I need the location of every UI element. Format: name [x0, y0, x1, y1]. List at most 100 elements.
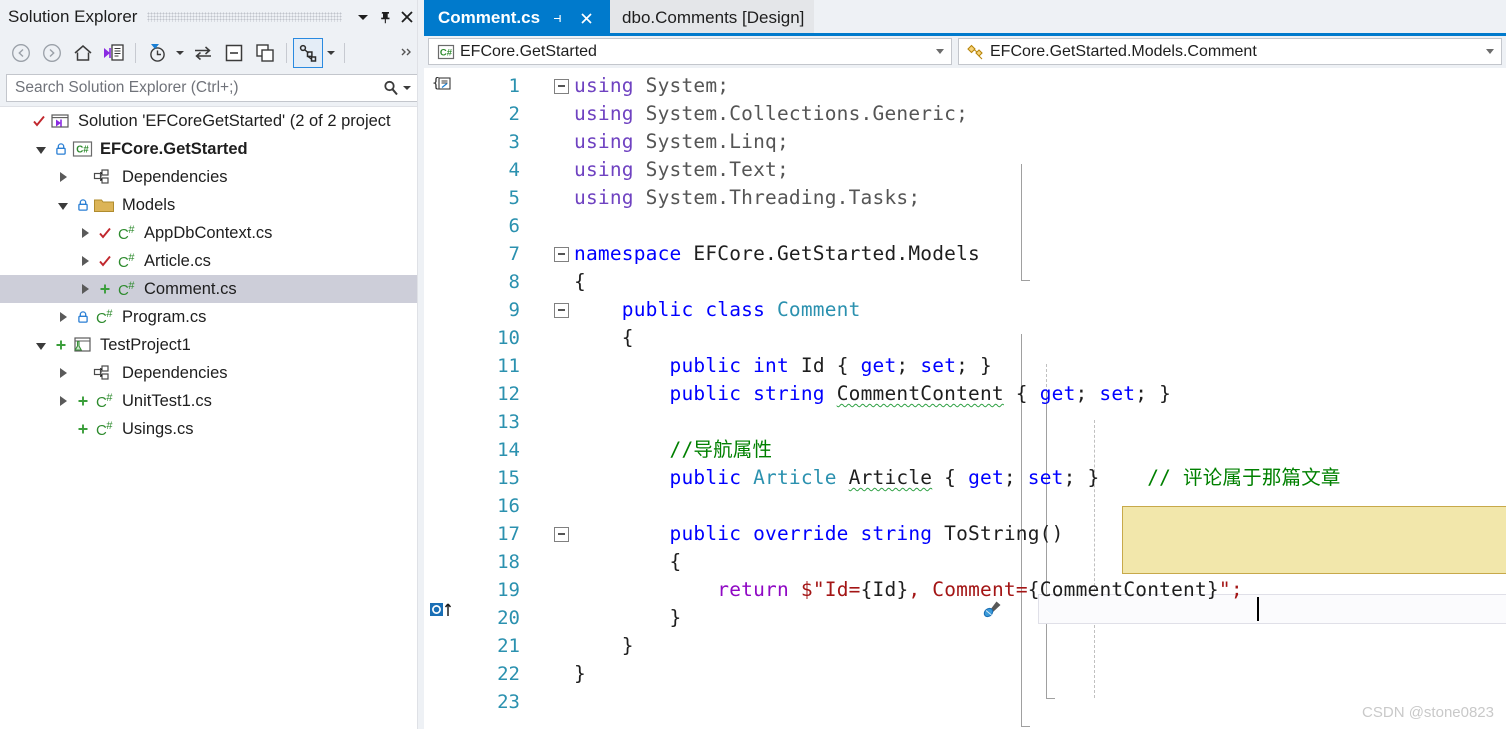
code-line[interactable]: 15 public Article Article { get; set; } … — [424, 464, 1506, 492]
expand-twisty-icon[interactable] — [30, 145, 52, 154]
solution-view-icon[interactable] — [99, 38, 129, 68]
pin-icon[interactable] — [374, 6, 396, 28]
solution-tree[interactable]: Solution 'EFCoreGetStarted' (2 of 2 proj… — [0, 106, 424, 729]
collapse-twisty-icon[interactable] — [52, 312, 74, 322]
tree-item-label: TestProject1 — [100, 335, 191, 354]
tree-item-article-cs[interactable]: C# Article.cs — [0, 247, 424, 275]
code-line[interactable]: 3 using System.Linq; — [424, 128, 1506, 156]
tree-item-usings-cs[interactable]: C# Usings.cs — [0, 415, 424, 443]
collapse-region-button[interactable] — [553, 302, 569, 318]
collapse-region-button[interactable] — [553, 78, 569, 94]
project-dropdown[interactable]: C# EFCore.GetStarted — [428, 38, 952, 65]
collapse-region-button[interactable] — [553, 246, 569, 262]
code-text: using System.Collections.Generic; — [574, 102, 969, 125]
type-member-name: EFCore.GetStarted.Models.Comment — [990, 42, 1257, 60]
code-line[interactable]: 21 } — [424, 632, 1506, 660]
line-number: 9 — [508, 299, 520, 321]
expand-twisty-icon[interactable] — [52, 201, 74, 210]
search-options-dropdown[interactable] — [401, 86, 413, 90]
code-text: public class Comment — [574, 298, 861, 321]
text-caret — [1257, 597, 1259, 621]
outlining-guide-namespace-foot — [1021, 726, 1030, 727]
tree-item-label: Usings.cs — [122, 419, 194, 438]
toolbar-separator — [135, 43, 136, 63]
drag-handle-dots — [147, 12, 342, 22]
tree-item-dependencies[interactable]: Dependencies — [0, 359, 424, 387]
solution-explorer-header: Solution Explorer — [0, 0, 424, 34]
tree-item-label: Dependencies — [122, 363, 228, 382]
collapse-twisty-icon[interactable] — [52, 368, 74, 378]
code-line[interactable]: 5 using System.Threading.Tasks; — [424, 184, 1506, 212]
properties-windows-icon[interactable] — [250, 38, 280, 68]
code-line[interactable]: 12 public string CommentContent { get; s… — [424, 380, 1506, 408]
expand-twisty-icon[interactable] — [30, 341, 52, 350]
code-editor-surface[interactable]: {1 using System; 2 using System.Collect… — [424, 68, 1506, 729]
tab-close-icon[interactable] — [576, 11, 596, 26]
tree-item-label: Comment.cs — [144, 279, 237, 298]
project-dropdown-caret[interactable] — [932, 49, 948, 54]
tab-label: dbo.Comments [Design] — [622, 8, 805, 27]
code-text: { — [574, 550, 682, 573]
tree-item-program-cs[interactable]: C# Program.cs — [0, 303, 424, 331]
line-number: 18 — [497, 551, 520, 573]
code-text: using System; — [574, 74, 730, 97]
collapse-region-button[interactable] — [553, 526, 569, 542]
folding-margin[interactable] — [548, 526, 574, 542]
code-line[interactable]: 13 — [424, 408, 1506, 436]
tree-item-efcore-getstarted[interactable]: C# EFCore.GetStarted — [0, 135, 424, 163]
tree-item-testproject1[interactable]: TestProject1 — [0, 331, 424, 359]
code-line[interactable]: 1 using System; — [424, 72, 1506, 100]
code-line[interactable]: 11 public int Id { get; set; } — [424, 352, 1506, 380]
chevron-down-icon[interactable] — [352, 6, 374, 28]
close-icon[interactable] — [396, 6, 418, 28]
line-number: 2 — [508, 103, 520, 125]
collapse-twisty-icon[interactable] — [74, 228, 96, 238]
csharp-file-icon: C# — [96, 307, 112, 327]
code-line[interactable]: 2 using System.Collections.Generic; — [424, 100, 1506, 128]
svg-text:C#: C# — [76, 144, 89, 155]
folding-margin[interactable] — [548, 246, 574, 262]
home-icon[interactable] — [68, 38, 98, 68]
tree-item-models[interactable]: Models — [0, 191, 424, 219]
code-line[interactable]: 22} — [424, 660, 1506, 688]
pending-changes-dropdown[interactable] — [173, 38, 187, 68]
source-control-check-red-icon — [96, 226, 114, 240]
show-all-files-icon[interactable] — [293, 38, 323, 68]
code-line[interactable]: 23 — [424, 688, 1506, 716]
tree-item-appdbcontext-cs[interactable]: C# AppDbContext.cs — [0, 219, 424, 247]
collapse-twisty-icon[interactable] — [74, 284, 96, 294]
collapse-all-icon[interactable] — [219, 38, 249, 68]
csharp-project-icon: C# — [434, 42, 458, 62]
tab-comment-cs[interactable]: Comment.cs — [424, 0, 607, 36]
folding-margin[interactable] — [548, 302, 574, 318]
code-line[interactable]: 8{ — [424, 268, 1506, 296]
search-solution-explorer-box[interactable] — [6, 74, 418, 102]
type-member-dropdown[interactable]: EFCore.GetStarted.Models.Comment — [958, 38, 1502, 65]
tree-item-solution-efcoregetstarted-2-of-2-project[interactable]: Solution 'EFCoreGetStarted' (2 of 2 proj… — [0, 107, 424, 135]
collapse-twisty-icon[interactable] — [52, 396, 74, 406]
code-text: { — [574, 270, 586, 293]
tab-dbo-comments-design[interactable]: dbo.Comments [Design] — [606, 0, 815, 36]
clock-filter-icon[interactable] — [142, 38, 172, 68]
collapse-twisty-icon[interactable] — [52, 172, 74, 182]
code-line[interactable]: 14 //导航属性 — [424, 436, 1506, 464]
tree-item-unittest1-cs[interactable]: C# UnitTest1.cs — [0, 387, 424, 415]
code-line[interactable]: 10 { — [424, 324, 1506, 352]
panel-splitter[interactable] — [417, 0, 424, 729]
tab-pin-icon[interactable] — [548, 11, 568, 26]
code-line[interactable]: 6 — [424, 212, 1506, 240]
back-button[interactable] — [6, 38, 36, 68]
collapse-twisty-icon[interactable] — [74, 256, 96, 266]
folding-margin[interactable] — [548, 78, 574, 94]
tree-item-dependencies[interactable]: Dependencies — [0, 163, 424, 191]
show-all-files-dropdown[interactable] — [324, 38, 338, 68]
source-control-plus-green-icon — [74, 394, 92, 408]
forward-button[interactable] — [37, 38, 67, 68]
type-member-dropdown-caret[interactable] — [1482, 49, 1498, 54]
sync-arrows-icon[interactable] — [188, 38, 218, 68]
code-line[interactable]: 4 using System.Text; — [424, 156, 1506, 184]
code-line[interactable]: 9 public class Comment — [424, 296, 1506, 324]
code-line[interactable]: 7 namespace EFCore.GetStarted.Models — [424, 240, 1506, 268]
search-input[interactable] — [15, 79, 381, 97]
tree-item-comment-cs[interactable]: C# Comment.cs — [0, 275, 424, 303]
